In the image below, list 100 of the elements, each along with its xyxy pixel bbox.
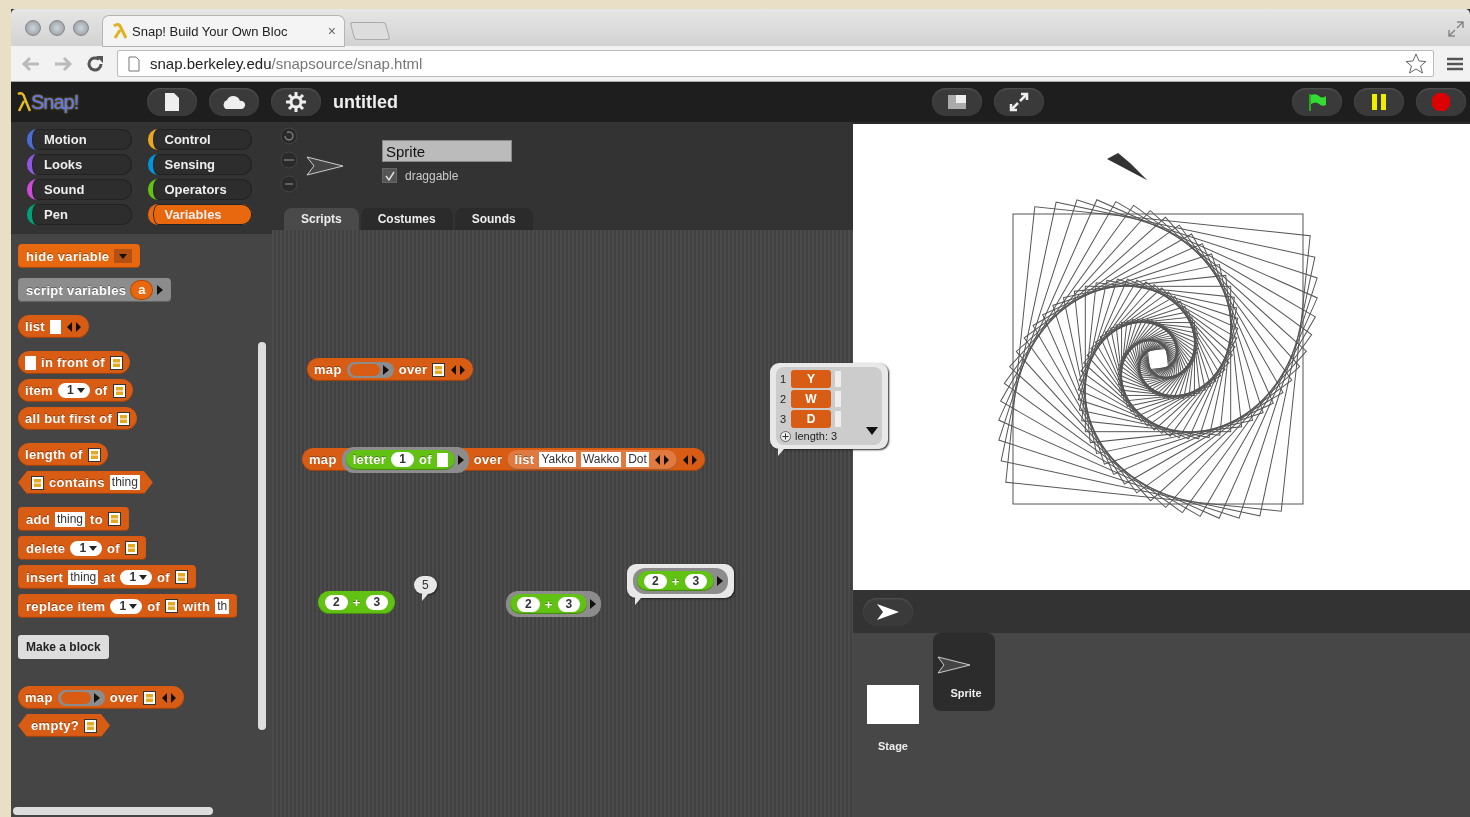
cell-handle[interactable] — [835, 371, 841, 387]
add-icon[interactable] — [780, 430, 791, 442]
reporter-block[interactable]: in front of — [18, 351, 130, 374]
tab-close-button[interactable]: × — [327, 23, 336, 39]
new-turtle-button[interactable] — [863, 597, 913, 626]
block-label: of — [418, 452, 432, 467]
reload-icon[interactable] — [85, 53, 105, 74]
pause-button[interactable] — [1354, 88, 1404, 116]
zoom-window-button[interactable] — [73, 19, 89, 36]
text-slot[interactable]: thing — [68, 569, 99, 585]
file-icon — [164, 92, 180, 112]
arrows-icon[interactable] — [66, 321, 82, 332]
url-text: snap.berkeley.edu/snapsource/snap.html — [150, 55, 424, 72]
number-slot[interactable]: 1 — [57, 383, 90, 398]
ring-slot[interactable]: 2 + 3 — [633, 568, 729, 594]
text-slot[interactable]: Dot — [626, 452, 649, 467]
number-slot[interactable]: 2 — [325, 595, 348, 610]
address-bar[interactable]: snap.berkeley.edu/snapsource/snap.html — [117, 50, 1434, 77]
number-slot[interactable]: 3 — [557, 596, 581, 612]
ring-slot[interactable]: 2 + 3 — [506, 591, 602, 617]
arrows-icon[interactable] — [161, 692, 178, 703]
reporter-block[interactable]: all but first of — [18, 407, 138, 430]
number-slot[interactable]: 1 — [70, 540, 103, 556]
command-block[interactable]: insert thing at 1 of — [18, 565, 196, 589]
command-block[interactable]: replace item 1 of with th — [18, 594, 238, 618]
category-button[interactable]: Sensing — [147, 154, 252, 175]
reporter-block[interactable]: map over — [307, 358, 474, 381]
reporter-block[interactable]: map over — [18, 686, 185, 709]
make-a-block-button[interactable]: Make a block — [18, 635, 109, 659]
minimize-window-button[interactable] — [49, 19, 65, 36]
reporter-block[interactable]: 2 + 3 — [318, 591, 396, 614]
reporter-block[interactable]: length of — [18, 443, 108, 466]
number-slot[interactable]: 1 — [120, 569, 153, 585]
file-button[interactable] — [147, 88, 197, 116]
empty-slot[interactable] — [25, 355, 36, 370]
star-icon[interactable] — [1405, 52, 1427, 75]
ring-slot[interactable]: letter 1 of — [341, 446, 469, 473]
menu-icon[interactable] — [1446, 55, 1464, 72]
category-button[interactable]: Control — [147, 129, 252, 150]
scrollbar[interactable] — [258, 342, 266, 730]
block-label: list — [25, 319, 45, 334]
category-button[interactable]: Pen — [27, 204, 132, 225]
sprite-card[interactable]: Sprite — [933, 633, 995, 711]
cell-handle[interactable] — [835, 411, 841, 427]
command-block[interactable]: delete 1 of — [18, 536, 146, 560]
arrow-icon[interactable] — [157, 285, 164, 295]
reporter-block[interactable]: list Yakko Wakko Dot — [507, 449, 677, 470]
flag-button[interactable] — [1292, 88, 1342, 116]
arrows-icon[interactable] — [681, 454, 698, 465]
settings-button[interactable] — [271, 88, 321, 116]
close-window-button[interactable] — [25, 19, 41, 36]
text-slot[interactable]: th — [215, 598, 230, 614]
ring-slot[interactable] — [57, 689, 105, 706]
block-label: of — [94, 383, 108, 398]
rotation-style-icon[interactable] — [280, 127, 298, 145]
scrollbar[interactable] — [13, 807, 213, 815]
tab[interactable]: Sounds — [454, 208, 533, 230]
cell-handle[interactable] — [835, 391, 841, 407]
stage-size-button[interactable] — [932, 88, 982, 116]
category-button[interactable]: Looks — [27, 154, 132, 175]
list-icon — [174, 570, 188, 584]
reporter-block[interactable]: item 1 of — [18, 379, 133, 402]
reporter-block[interactable]: 2 + 3 — [510, 594, 588, 614]
checkbox[interactable] — [382, 168, 397, 183]
reporter-block[interactable]: 2 + 3 — [637, 571, 715, 591]
category-button[interactable]: Sound — [27, 179, 132, 200]
list-icon — [84, 718, 98, 733]
number-slot[interactable]: 3 — [684, 573, 708, 589]
sprite-name-field[interactable]: Sprite — [382, 140, 512, 162]
text-slot[interactable]: thing — [55, 511, 86, 527]
arrows-icon[interactable] — [450, 364, 467, 375]
presentation-mode-button[interactable] — [994, 88, 1044, 116]
caret-icon[interactable] — [866, 427, 878, 435]
text-slot[interactable]: thing — [109, 475, 140, 490]
number-slot[interactable]: 1 — [110, 598, 143, 614]
text-slot[interactable]: Yakko — [539, 452, 576, 467]
number-slot[interactable]: 1 — [391, 452, 414, 467]
reporter-block[interactable]: letter 1 of — [345, 449, 455, 470]
tab[interactable]: Scripts — [284, 208, 359, 230]
predicate-block[interactable]: contains thing — [18, 471, 153, 494]
category-button[interactable]: Operators — [147, 179, 252, 200]
number-slot[interactable]: 2 — [517, 596, 540, 612]
arrows-icon[interactable] — [653, 454, 670, 465]
cloud-button[interactable] — [209, 88, 259, 116]
stop-button[interactable] — [1416, 88, 1466, 116]
number-slot[interactable]: 2 — [644, 573, 667, 589]
command-block[interactable]: add thing to — [18, 507, 129, 531]
empty-slot[interactable] — [50, 319, 61, 334]
predicate-block[interactable]: empty? — [18, 714, 111, 737]
reporter-block[interactable]: map letter 1 of over list Yakko Wakko Dot — [302, 448, 705, 471]
text-slot[interactable]: Wakko — [580, 452, 622, 467]
category-button[interactable]: Motion — [27, 129, 132, 150]
browser-tab[interactable]: Snap! Build Your Own Bloc × — [103, 16, 344, 46]
tab[interactable]: Costumes — [360, 208, 453, 230]
expand-icon[interactable] — [1448, 21, 1464, 37]
number-slot[interactable]: 3 — [365, 595, 389, 610]
dropdown-slot[interactable] — [114, 249, 133, 263]
stage-thumbnail[interactable] — [867, 685, 919, 724]
ring-slot[interactable] — [346, 361, 394, 378]
reporter-block[interactable]: list — [18, 315, 89, 338]
